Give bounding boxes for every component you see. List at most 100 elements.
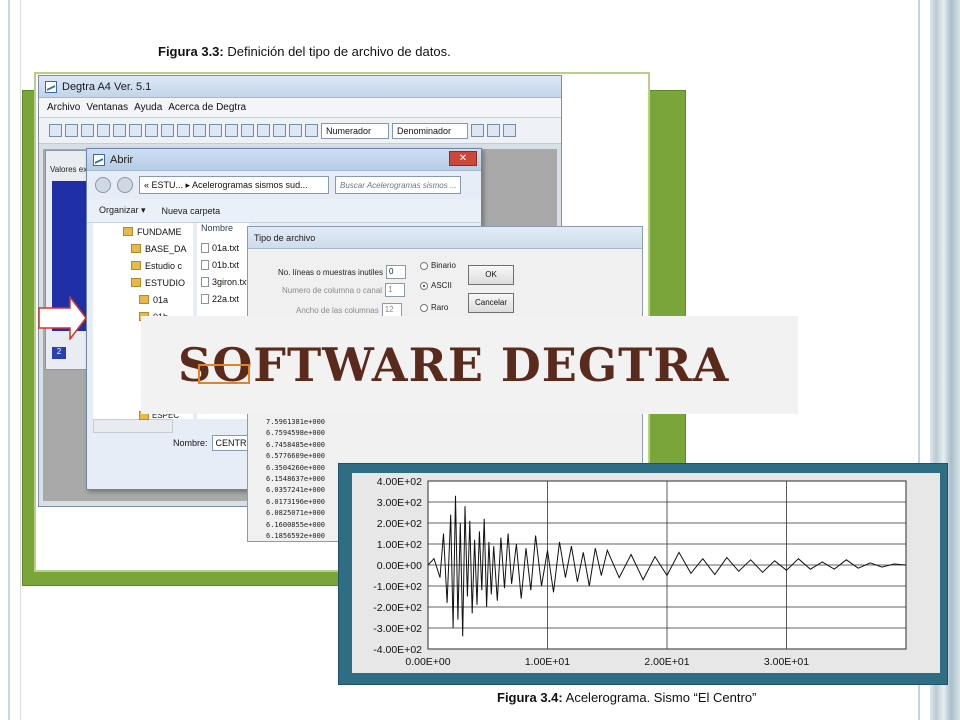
tree-item[interactable]: FUNDAME [93,223,193,240]
caption-text: Definición del tipo de archivo de datos. [227,44,451,59]
degtra-app-icon [45,80,57,93]
tree-item[interactable]: Estudio c [93,257,193,274]
window-icon[interactable] [161,124,174,137]
tree-item-label: Estudio c [145,260,183,271]
y-tick-label: 4.00E+02 [377,476,422,488]
data-value: 7.5961381e+000 [266,418,326,426]
caption-label: Figura 3.4: [497,690,563,705]
y-tick-label: 1.00E+02 [377,539,422,551]
file-name: 3giron.txt [212,276,250,287]
radio-dot [420,303,428,312]
tree-item-label: 01a [153,294,169,305]
file-name: 01a.txt [212,242,240,253]
file-name: 01b.txt [212,259,240,270]
clock-icon[interactable] [193,124,206,137]
close-button[interactable]: ✕ [449,151,477,166]
back-icon[interactable] [95,177,111,193]
figure-3-3-caption: Figura 3.3: Definición del tipo de archi… [158,44,451,59]
folder-icon [131,278,141,287]
image-icon[interactable] [289,124,302,137]
y-tick-label: 2.00E+02 [377,518,422,530]
tree-item[interactable]: BASE_DA [93,240,193,257]
y-tick-label: 3.00E+02 [377,497,422,509]
degtra-title-bar[interactable]: Degtra A4 Ver. 5.1 [39,76,561,98]
x-tick-label: 3.00E+01 [764,656,809,668]
figure-3-4-caption: Figura 3.4: Acelerograma. Sismo “El Cent… [497,690,756,705]
file-name: 22a.txt [212,293,240,304]
radio-dot-selected [420,281,428,290]
file-list-header[interactable]: Nombre [197,223,249,239]
menu-ventanas[interactable]: Ventanas [86,102,128,113]
data-value: 6.0825071e+000 [266,509,326,518]
channel-number[interactable]: 2 [52,347,66,359]
radio-label: ASCII [431,281,452,290]
organize-button[interactable]: Organizar ▾ [99,205,146,216]
derivative-icon[interactable] [225,124,238,137]
caption-text: Acelerograma. Sismo “El Centro” [565,690,757,705]
radio-raro[interactable]: Raro [420,303,448,312]
degtra-menubar: Archivo Ventanas Ayuda Acerca de Degtra [39,98,561,118]
menu-ayuda[interactable]: Ayuda [134,102,162,113]
folder-icon[interactable] [65,124,78,137]
filter-icon[interactable] [177,124,190,137]
data-value: 6.7458485e+000 [266,440,326,449]
data-value: 6.1856592e+000 [266,532,326,541]
file-type-title-bar[interactable]: Tipo de archivo [248,227,642,249]
useless-lines-input[interactable]: 0 [385,265,406,279]
radio-dot [420,261,428,270]
open-dialog-icon [93,153,105,166]
spectrum-icon[interactable] [273,124,286,137]
column-number-input[interactable]: 1 [385,283,406,297]
forward-icon[interactable] [117,177,133,193]
ok-button[interactable]: OK [468,265,514,285]
column-number-label: Numero de columna o canal [282,285,383,295]
tree-item[interactable]: 01a [93,291,193,308]
file-icon [201,293,209,304]
useless-lines-label: No. líneas o muestras inutiles [278,267,383,277]
plot-icon[interactable] [241,124,254,137]
table-icon[interactable] [257,124,270,137]
stop-icon[interactable] [487,124,500,137]
export-icon[interactable] [305,124,318,137]
grid-icon[interactable] [145,124,158,137]
y-tick-label: 0.00E+00 [377,560,422,572]
tree-scrollbar[interactable] [93,419,173,433]
file-icon [201,242,209,253]
open-file-icon[interactable] [49,124,62,137]
chart-icon[interactable] [129,124,142,137]
radio-label: Raro [431,303,449,312]
open-dialog-title-bar[interactable]: Abrir [87,149,481,171]
folder-icon [139,295,149,304]
new-folder-button[interactable]: Nueva carpeta [162,206,221,216]
filename-label: Nombre: [173,438,208,448]
radio-binario[interactable]: Binario [420,261,456,270]
list-item[interactable]: 01b.txt [197,256,249,273]
menu-acerca-de-degtra[interactable]: Acerca de Degtra [168,102,246,113]
file-icon [201,276,209,287]
numerador-combo[interactable]: Numerador [321,122,389,139]
target-icon[interactable] [503,124,516,137]
folder-icon [123,227,133,236]
search-input[interactable]: Buscar Acelerogramas sismos ... [335,176,461,194]
list-item[interactable]: 3giron.txt [197,273,249,290]
address-bar[interactable]: « ESTU... ▸ Acelerogramas sismos sud... [139,176,329,194]
menu-archivo[interactable]: Archivo [47,102,80,113]
list-item[interactable]: 01a.txt [197,239,249,256]
column-width-input[interactable]: 12 [381,303,402,317]
y-tick-label: -1.00E+02 [373,581,422,593]
data-value: 6.0173196e+000 [266,497,326,506]
radio-ascii[interactable]: ASCII [420,281,452,290]
x-tick-label: 2.00E+01 [644,656,689,668]
zoom-out-icon[interactable] [113,124,126,137]
scale-icon[interactable] [471,124,484,137]
save-icon[interactable] [81,124,94,137]
cancel-button[interactable]: Cancelar [468,293,514,313]
tree-item[interactable]: ESTUDIO [93,274,193,291]
zoom-in-icon[interactable] [97,124,110,137]
denominador-combo[interactable]: Denominador [392,122,468,139]
radio-label: Binario [431,261,456,270]
x-axis: 0.00E+00 1.00E+01 2.00E+01 3.00E+01 [405,656,809,668]
integral-icon[interactable] [209,124,222,137]
list-item[interactable]: 22a.txt [197,290,249,307]
y-tick-label: -4.00E+02 [373,644,422,656]
